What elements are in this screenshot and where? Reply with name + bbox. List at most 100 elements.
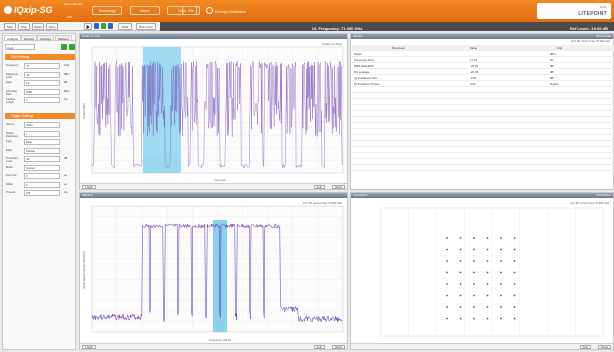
tab-file[interactable]: File (182, 6, 200, 15)
constellation-point (459, 260, 462, 262)
constellation-subtitle: CC1 RF Center Freq: 70.000 GHz (570, 201, 610, 205)
constellation-point (459, 271, 462, 274)
app-logo: IQxip-SG (4, 5, 53, 15)
constellation-point (473, 294, 475, 297)
trigger-setting-label: Timeout (6, 191, 16, 194)
tab-settings[interactable]: Settings (37, 35, 54, 41)
constellation-point (473, 306, 475, 308)
trigger-setting-row: Pre-Time 0 us (6, 173, 74, 180)
trigger-setting-input[interactable]: 0 (24, 181, 60, 188)
trigger-setting-label: Edge (6, 148, 13, 152)
run-icon[interactable] (101, 23, 106, 29)
play-button[interactable] (84, 23, 92, 30)
vsa-setting-unit: MHz (64, 89, 70, 93)
spectrum-x-label: Frequency (MHz) (209, 338, 231, 342)
spectrum-panel: Spectrum CC1 RF Center Freq: 70.000 GHz … (79, 192, 348, 350)
results-header: Results EVM Results (351, 34, 613, 39)
power-vs-time-plot[interactable]: Power vs Time Power (dBm) Time (us) (80, 39, 347, 184)
reset-button[interactable]: Reset (32, 23, 44, 30)
pvt-title: Power vs Time (322, 42, 342, 46)
constellation-point (500, 260, 502, 262)
vsa-setting-label: Sampling Rate (6, 89, 17, 96)
vsa-setting-input[interactable]: 1.2 (24, 80, 60, 86)
trigger-setting-unit: us (64, 174, 67, 177)
constellation-corner-title: Constellation (596, 193, 611, 197)
save-icon[interactable] (69, 44, 75, 50)
constellation-reset-button[interactable]: Reset (598, 345, 611, 349)
preset-dropdown[interactable]: 0001 (118, 23, 132, 30)
brand-logo: VIAVI LITEPOINT (537, 3, 611, 19)
trigger-setting-input[interactable]: Video (24, 122, 60, 128)
constellation-plot[interactable]: CC1 RF Center Freq: 70.000 GHz (351, 198, 613, 344)
trigger-setting-input[interactable]: -20 (24, 156, 60, 162)
constellation-point (459, 306, 462, 308)
refresh-icon[interactable] (61, 44, 67, 50)
status-bar (160, 22, 614, 31)
trigger-setting-row: Mode Normal (6, 164, 74, 172)
pvt-hold-button[interactable]: 1 Hold (82, 185, 96, 189)
spectrum-subtitle: CC1 RF Center Freq: 70.000 GHz (303, 201, 343, 205)
trigger-setting-input[interactable]: Normal (24, 164, 60, 171)
pvt-header-title: Power vs. Time (82, 34, 100, 38)
section-vsa-settings[interactable]: VSA Settings (5, 54, 75, 60)
vsa-setting-unit: dB (64, 81, 68, 84)
constellation-point (486, 283, 489, 285)
mode-select[interactable]: Input (5, 44, 35, 50)
settings-icon[interactable] (108, 23, 113, 29)
error-icon[interactable] (206, 7, 213, 14)
spectrum-hold-button[interactable]: 1 Hold (82, 345, 96, 349)
trigger-setting-label: Pre-Time (6, 174, 17, 177)
vsa-setting-input[interactable]: 3 (24, 97, 60, 103)
section-trigger-settings[interactable]: Trigger Settings (5, 113, 75, 119)
tab-technology[interactable]: Technology (92, 6, 122, 15)
trigger-setting-unit: us (64, 182, 67, 186)
constellation-point (446, 271, 448, 274)
constellation-header-title: Constellation (353, 193, 368, 197)
trigger-setting-label: Type (6, 140, 12, 143)
trigger-setting-input[interactable]: Edge (24, 139, 60, 145)
spectrum-reset-button[interactable]: Reset (332, 345, 345, 349)
vsa-setting-row: Frequency 70 GHz (6, 63, 74, 70)
error-label[interactable]: Error(s) Detected (215, 9, 246, 14)
stop-button[interactable]: Stop (18, 23, 30, 30)
vsa-setting-input[interactable]: 2000 (24, 88, 60, 95)
constellation-footer: Auto Reset (351, 343, 613, 349)
constellation-auto-button[interactable]: Auto (579, 345, 591, 349)
constellation-point (513, 283, 516, 285)
constellation-point (446, 260, 448, 262)
note-dropdown[interactable]: BCH Note (136, 23, 156, 30)
trigger-setting-row: Marker Reference 1 (6, 130, 74, 138)
constellation-point (486, 260, 489, 262)
brand-line2: LITEPOINT (578, 11, 607, 17)
constellation-point (473, 283, 475, 285)
pvt-reset-button[interactable]: Reset (332, 185, 345, 189)
trigger-setting-input[interactable]: 0 (24, 173, 60, 179)
trigger-setting-input[interactable]: Positive (24, 147, 60, 154)
spectrum-y-label: Power Spectral Density (dBm/MHz) (83, 251, 86, 289)
constellation-point (446, 237, 448, 239)
trigger-setting-input[interactable]: 100 (24, 190, 60, 196)
tab-analysis[interactable]: Analysis (4, 35, 22, 41)
constellation-point (459, 294, 462, 297)
constellation-point (513, 248, 516, 251)
spectrum-auto-button[interactable]: Auto (313, 345, 325, 349)
capture-icon[interactable] (94, 23, 99, 29)
brand-line1: VIAVI (599, 5, 607, 9)
vsa-setting-input[interactable]: -10 (24, 71, 60, 78)
constellation-point (459, 317, 462, 320)
tab-admin[interactable]: Admin (130, 6, 160, 15)
trigger-setting-input[interactable]: 1 (24, 130, 60, 137)
trigger-setting-row: Source Video (6, 122, 74, 129)
spectrum-plot[interactable]: CC1 RF Center Freq: 70.000 GHz Power Spe… (80, 198, 347, 344)
tab-markers[interactable]: Markers (55, 35, 72, 41)
trigger-setting-label: Mode (6, 165, 13, 169)
pvt-x-label: Time (us) (214, 178, 226, 182)
tab-results[interactable]: Results (21, 35, 38, 41)
constellation-point (500, 283, 502, 285)
vsa-setting-label: Frequency (6, 64, 19, 67)
vsa-setting-input[interactable]: 70 (24, 63, 60, 69)
save-button[interactable]: Save (46, 23, 58, 30)
start-button[interactable]: Start (4, 23, 16, 30)
top-bar: IQxip-SG Host Address 192 Technology Adm… (0, 0, 614, 22)
pvt-auto-button[interactable]: Auto (313, 185, 325, 189)
